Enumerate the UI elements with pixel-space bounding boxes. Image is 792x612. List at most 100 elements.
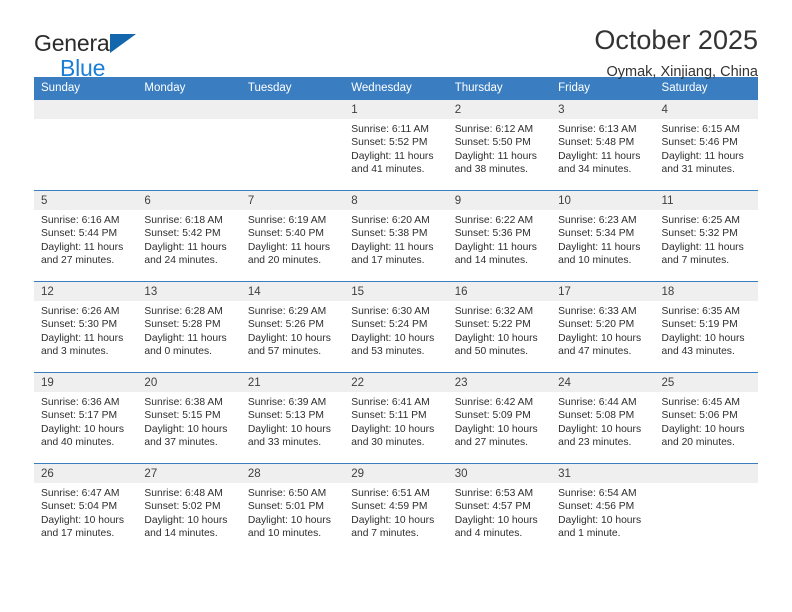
daylight-text-line1: Daylight: 11 hours	[661, 150, 744, 162]
daylight-text-line2: and 53 minutes.	[351, 346, 425, 358]
calendar-day-cell[interactable]: 9 Sunrise: 6:22 AM Sunset: 5:36 PM Daylight…	[447, 190, 552, 282]
calendar-day-cell[interactable]: 14 Sunrise: 6:29 AM Sunset: 5:26 PM Dayligh…	[240, 281, 345, 373]
sunrise-text: Sunrise: 6:28 AM	[144, 306, 223, 317]
daylight-text-line2: and 40 minutes.	[41, 437, 115, 449]
daylight-text-line2: and 14 minutes.	[144, 528, 218, 540]
day-number: 23	[447, 373, 552, 392]
page-subtitle: Oymak, Xinjiang, China	[606, 64, 758, 80]
calendar-day-cell[interactable]: 24 Sunrise: 6:44 AM Sunset: 5:08 PM Dayligh…	[551, 372, 655, 464]
calendar-day-cell[interactable]: 18 Sunrise: 6:35 AM Sunset: 5:19 PM Dayligh…	[654, 281, 758, 373]
calendar-day-cell-empty	[34, 99, 138, 191]
sunrise-text: Sunrise: 6:20 AM	[351, 215, 430, 226]
calendar-day-cell[interactable]: 23 Sunrise: 6:42 AM Sunset: 5:09 PM Dayligh…	[447, 372, 552, 464]
sunset-text: Sunset: 5:32 PM	[661, 228, 738, 240]
daylight-text-line1: Daylight: 11 hours	[41, 241, 124, 253]
day-number: 4	[654, 100, 758, 119]
daylight-text-line1: Daylight: 10 hours	[41, 514, 124, 526]
day-details: Sunrise: 6:18 AM Sunset: 5:42 PM Daylight:…	[137, 210, 240, 268]
calendar-day-cell[interactable]: 28 Sunrise: 6:50 AM Sunset: 5:01 PM Dayligh…	[240, 463, 345, 554]
day-details: Sunrise: 6:30 AM Sunset: 5:24 PM Daylight:…	[344, 301, 447, 359]
sunset-text: Sunset: 5:01 PM	[247, 501, 324, 513]
day-details: Sunrise: 6:16 AM Sunset: 5:44 PM Daylight:…	[34, 210, 137, 268]
calendar-day-cell[interactable]: 13 Sunrise: 6:28 AM Sunset: 5:28 PM Dayligh…	[137, 281, 241, 373]
sunrise-text: Sunrise: 6:23 AM	[558, 215, 637, 226]
sunrise-text: Sunrise: 6:35 AM	[661, 306, 740, 317]
sunset-text: Sunset: 5:44 PM	[41, 228, 118, 240]
calendar-day-cell[interactable]: 7 Sunrise: 6:19 AM Sunset: 5:40 PM Daylight…	[240, 190, 345, 282]
day-details: Sunrise: 6:29 AM Sunset: 5:26 PM Daylight:…	[241, 301, 344, 359]
calendar-day-cell[interactable]: 30 Sunrise: 6:53 AM Sunset: 4:57 PM Dayligh…	[447, 463, 552, 554]
day-number: 20	[137, 373, 241, 392]
day-number: 12	[34, 282, 138, 301]
brand-triangle-icon	[110, 34, 136, 53]
calendar-day-cell[interactable]: 31 Sunrise: 6:54 AM Sunset: 4:56 PM Dayligh…	[551, 463, 655, 554]
sunrise-text: Sunrise: 6:16 AM	[41, 215, 120, 226]
daylight-text-line1: Daylight: 11 hours	[247, 241, 331, 253]
sunrise-text: Sunrise: 6:38 AM	[144, 397, 223, 408]
calendar-day-cell[interactable]: 6 Sunrise: 6:18 AM Sunset: 5:42 PM Daylight…	[137, 190, 241, 282]
day-number: 27	[137, 464, 241, 483]
calendar-day-cell[interactable]: 20 Sunrise: 6:38 AM Sunset: 5:15 PM Dayligh…	[137, 372, 241, 464]
day-number: 31	[551, 464, 655, 483]
day-number: 18	[654, 282, 758, 301]
daylight-text-line1: Daylight: 10 hours	[144, 514, 228, 526]
calendar-day-cell[interactable]: 19 Sunrise: 6:36 AM Sunset: 5:17 PM Dayligh…	[34, 372, 138, 464]
daylight-text-line1: Daylight: 11 hours	[454, 150, 537, 162]
daylight-text-line1: Daylight: 11 hours	[454, 241, 537, 253]
calendar-day-cell[interactable]: 3 Sunrise: 6:13 AM Sunset: 5:48 PM Daylight…	[551, 99, 655, 191]
calendar-day-cell[interactable]: 4 Sunrise: 6:15 AM Sunset: 5:46 PM Daylight…	[654, 99, 758, 191]
calendar-day-cell[interactable]: 10 Sunrise: 6:23 AM Sunset: 5:34 PM Dayligh…	[551, 190, 655, 282]
sunset-text: Sunset: 5:08 PM	[558, 410, 635, 422]
sunset-text: Sunset: 4:56 PM	[558, 501, 635, 513]
sunrise-text: Sunrise: 6:13 AM	[558, 124, 637, 135]
calendar-day-cell[interactable]: 21 Sunrise: 6:39 AM Sunset: 5:13 PM Dayligh…	[240, 372, 345, 464]
day-details: Sunrise: 6:28 AM Sunset: 5:28 PM Daylight:…	[137, 301, 240, 359]
daylight-text-line1: Daylight: 11 hours	[351, 241, 434, 253]
calendar-day-cell[interactable]: 1 Sunrise: 6:11 AM Sunset: 5:52 PM Daylight…	[344, 99, 448, 191]
day-number: 6	[137, 191, 241, 210]
calendar-day-cell[interactable]: 11 Sunrise: 6:25 AM Sunset: 5:32 PM Dayligh…	[654, 190, 758, 282]
daylight-text-line1: Daylight: 11 hours	[351, 150, 434, 162]
daylight-text-line2: and 47 minutes.	[558, 346, 632, 358]
daylight-text-line2: and 41 minutes.	[351, 164, 425, 176]
calendar-day-cell[interactable]: 22 Sunrise: 6:41 AM Sunset: 5:11 PM Dayligh…	[344, 372, 448, 464]
day-details: Sunrise: 6:25 AM Sunset: 5:32 PM Daylight:…	[655, 210, 758, 268]
daylight-text-line2: and 20 minutes.	[247, 255, 322, 267]
daylight-text-line1: Daylight: 10 hours	[351, 423, 435, 435]
sunrise-text: Sunrise: 6:30 AM	[351, 306, 430, 317]
calendar-day-cell[interactable]: 26 Sunrise: 6:47 AM Sunset: 5:04 PM Dayligh…	[34, 463, 138, 554]
brand-logo-general-text: General	[34, 30, 115, 56]
calendar-day-cell[interactable]: 12 Sunrise: 6:26 AM Sunset: 5:30 PM Dayligh…	[34, 281, 138, 373]
day-number: 10	[551, 191, 655, 210]
calendar-day-cell[interactable]: 5 Sunrise: 6:16 AM Sunset: 5:44 PM Daylight…	[34, 190, 138, 282]
brand-logo[interactable]: General Blue	[34, 24, 154, 88]
daylight-text-line2: and 37 minutes.	[144, 437, 218, 449]
calendar-table: Sunday Monday Tuesday Wednesday Thursday Frid…	[34, 77, 758, 554]
daylight-text-line1: Daylight: 10 hours	[661, 423, 745, 435]
daylight-text-line2: and 57 minutes.	[247, 346, 322, 358]
daylight-text-line1: Daylight: 10 hours	[454, 423, 538, 435]
day-number: 7	[240, 191, 345, 210]
calendar-day-cell[interactable]: 2 Sunrise: 6:12 AM Sunset: 5:50 PM Daylight…	[447, 99, 552, 191]
daylight-text-line2: and 1 minute.	[558, 528, 621, 540]
calendar-day-cell[interactable]: 15 Sunrise: 6:30 AM Sunset: 5:24 PM Dayligh…	[344, 281, 448, 373]
sunset-text: Sunset: 5:40 PM	[247, 228, 324, 240]
calendar-day-cell[interactable]: 25 Sunrise: 6:45 AM Sunset: 5:06 PM Dayligh…	[654, 372, 758, 464]
calendar-day-cell[interactable]: 16 Sunrise: 6:32 AM Sunset: 5:22 PM Dayligh…	[447, 281, 552, 373]
daylight-text-line1: Daylight: 10 hours	[247, 423, 331, 435]
day-details: Sunrise: 6:11 AM Sunset: 5:52 PM Daylight:…	[344, 119, 447, 177]
day-number: 8	[344, 191, 448, 210]
daylight-text-line1: Daylight: 11 hours	[41, 332, 124, 344]
calendar-day-cell[interactable]: 29 Sunrise: 6:51 AM Sunset: 4:59 PM Dayligh…	[344, 463, 448, 554]
brand-logo-blue-text: Blue	[60, 55, 106, 81]
page-title: October 2025	[594, 25, 758, 55]
calendar-day-cell[interactable]: 27 Sunrise: 6:48 AM Sunset: 5:02 PM Dayligh…	[137, 463, 241, 554]
calendar-day-cell-empty	[654, 463, 758, 554]
calendar-day-cell[interactable]: 8 Sunrise: 6:20 AM Sunset: 5:38 PM Daylight…	[344, 190, 448, 282]
day-details: Sunrise: 6:19 AM Sunset: 5:40 PM Daylight:…	[241, 210, 344, 268]
sunset-text: Sunset: 5:42 PM	[144, 228, 221, 240]
calendar-day-cell[interactable]: 17 Sunrise: 6:33 AM Sunset: 5:20 PM Dayligh…	[551, 281, 655, 373]
sunset-text: Sunset: 5:04 PM	[41, 501, 118, 513]
day-details: Sunrise: 6:48 AM Sunset: 5:02 PM Daylight:…	[137, 483, 240, 541]
weekday-header-wednesday: Wednesday	[344, 77, 448, 100]
